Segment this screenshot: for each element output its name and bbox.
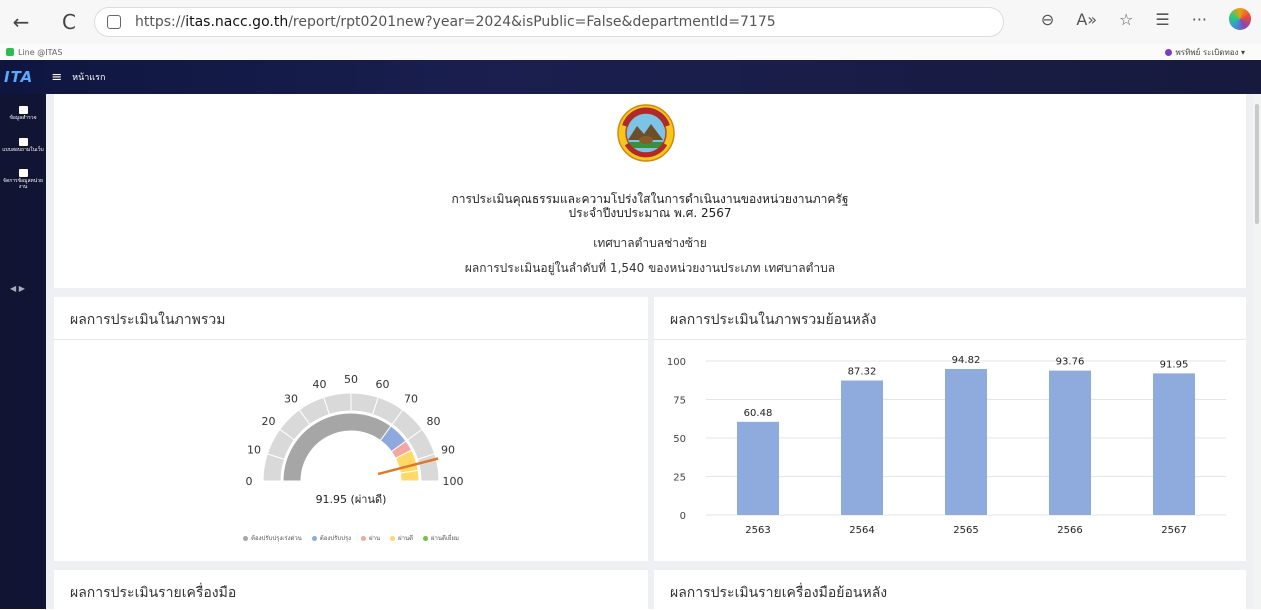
- history-bar-chart: 0 25 50 75 100 60.48 2563 87.32 2564 94.82 2565 93.…: [667, 355, 1226, 536]
- line-icon: [6, 48, 14, 56]
- user-icon: [1164, 49, 1172, 56]
- document-icon: [18, 169, 28, 177]
- gauge-tick-label: 60: [376, 378, 390, 391]
- favorite-star-icon[interactable]: ☆: [1119, 10, 1133, 29]
- legend-dot: [423, 535, 428, 541]
- more-menu-icon[interactable]: ···: [1192, 10, 1207, 29]
- bar-value-label: 60.48: [744, 408, 773, 419]
- gauge-tick-label: 90: [441, 443, 455, 456]
- organization-name: เทศบาลตำบลช่างซ้าย: [593, 236, 707, 250]
- sidebar: ข้อมูลสำรวจ แบบสอบถามในเว็บ จัดการข้อมูล…: [0, 94, 46, 609]
- gauge-tick-label: 50: [344, 373, 358, 386]
- bar-value-label: 87.32: [848, 367, 877, 378]
- favorites-list-icon[interactable]: ☰: [1155, 10, 1169, 29]
- gauge-tick-segment: [323, 392, 352, 416]
- x-tick-label: 2564: [849, 525, 874, 536]
- gauge-tick-label: 70: [404, 392, 418, 405]
- bar: [737, 421, 779, 515]
- home-icon: [18, 137, 28, 146]
- sidebar-item-survey[interactable]: ข้อมูลสำรวจ: [0, 94, 46, 126]
- gauge-tick-label: 20: [261, 415, 275, 428]
- sidebar-item-manage-data[interactable]: จัดการข้อมูลหน่วยงาน: [0, 157, 46, 194]
- site-info-icon[interactable]: [107, 15, 121, 29]
- legend-dot: [390, 535, 396, 541]
- favorites-bar: Line @ITAS พรทิพย์ ระเบิดทอง ▾: [0, 44, 1261, 60]
- back-button[interactable]: ←: [6, 7, 36, 37]
- bar-value-label: 94.82: [952, 355, 981, 366]
- bar-value-label: 93.76: [1056, 357, 1085, 368]
- scroll-thumb[interactable]: [1255, 104, 1259, 224]
- app-header: ITA ≡ หน้าแรก: [0, 60, 1261, 94]
- gauge-tick-label: 10: [247, 443, 261, 456]
- panel-title: ผลการประเมินในภาพรวมย้อนหลัง: [670, 312, 877, 328]
- copilot-icon[interactable]: [1229, 8, 1251, 30]
- favorite-item[interactable]: Line @ITAS: [6, 48, 62, 57]
- read-aloud-icon[interactable]: A»: [1076, 10, 1097, 29]
- x-tick-label: 2567: [1161, 525, 1186, 536]
- x-tick-label: 2566: [1057, 525, 1082, 536]
- report-title: การประเมินคุณธรรมและความโปร่งใสในการดำเน…: [451, 192, 849, 220]
- y-tick-label: 0: [680, 511, 686, 522]
- home-link[interactable]: หน้าแรก: [72, 70, 105, 84]
- legend-item: ผ่าน: [361, 533, 380, 543]
- x-tick-label: 2563: [745, 525, 770, 536]
- bar: [945, 368, 987, 515]
- y-tick-label: 50: [673, 434, 686, 445]
- panel-title: ผลการประเมินในภาพรวม: [70, 312, 226, 328]
- legend-item: ต้องปรับปรุงเร่งด่วน: [243, 533, 302, 543]
- gauge-tick-label: 30: [284, 392, 298, 405]
- folder-icon: [18, 106, 28, 114]
- sidebar-item-questionnaire[interactable]: แบบสอบถามในเว็บ: [0, 126, 46, 158]
- gauge-legend: ต้องปรับปรุงเร่งด่วน ต้องปรับปรุง ผ่าน ผ…: [54, 533, 648, 543]
- municipality-seal-logo: [617, 104, 675, 162]
- x-tick-label: 2565: [953, 525, 978, 536]
- rank-text: ผลการประเมินอยู่ในลำดับที่ 1,540 ของหน่ว…: [464, 261, 836, 275]
- overall-score-panel: ผลการประเมินในภาพรวม 0 10 20 30 40 50 60 70 80 90…: [54, 297, 648, 561]
- url-text: https://itas.nacc.go.th/report/rpt0201ne…: [135, 14, 776, 30]
- browser-toolbar: ← C https://itas.nacc.go.th/report/rpt02…: [0, 0, 1261, 44]
- refresh-button[interactable]: C: [54, 7, 84, 37]
- gauge-tick-label: 40: [312, 378, 326, 391]
- user-menu[interactable]: พรทิพย์ ระเบิดทอง ▾: [1164, 46, 1245, 59]
- zoom-icon[interactable]: ⊖: [1041, 10, 1054, 29]
- tools-history-panel: ผลการประเมินรายเครื่องมือย้อนหลัง: [654, 570, 1246, 610]
- legend-dot: [311, 535, 317, 541]
- bar-value-label: 91.95: [1160, 359, 1189, 370]
- hamburger-menu-icon[interactable]: ≡: [51, 70, 62, 85]
- history-score-panel: ผลการประเมินในภาพรวมย้อนหลัง 0 25 50 75 100 6…: [654, 297, 1246, 561]
- legend-dot: [361, 535, 367, 541]
- gauge-tick-label: 0: [246, 475, 253, 488]
- y-tick-label: 75: [673, 396, 686, 407]
- panel-title: ผลการประเมินรายเครื่องมือ: [70, 585, 237, 601]
- y-tick-label: 25: [673, 473, 686, 484]
- panel-title: ผลการประเมินรายเครื่องมือย้อนหลัง: [670, 585, 888, 601]
- gauge-tick-label: 100: [443, 475, 464, 488]
- sidebar-toggle[interactable]: ◀ ▶: [10, 284, 25, 293]
- legend-item: ผ่านดีเยี่ยม: [423, 533, 459, 543]
- gauge-tick-label: 80: [427, 415, 441, 428]
- gauge-value-label: 91.95 (ผ่านดี): [316, 493, 387, 506]
- bar: [1153, 373, 1195, 515]
- bar: [841, 380, 883, 515]
- gauge-chart: 0 10 20 30 40 50 60 70 80 90 100 91.95 (ผ่านดี): [246, 373, 464, 506]
- report-header-card: การประเมินคุณธรรมและความโปร่งใสในการดำเน…: [54, 94, 1246, 288]
- divider: [654, 339, 1246, 340]
- page-scrollbar[interactable]: [1253, 94, 1261, 609]
- legend-item: ต้องปรับปรุง: [311, 533, 351, 543]
- address-bar[interactable]: https://itas.nacc.go.th/report/rpt0201ne…: [94, 7, 1004, 37]
- tools-score-panel: ผลการประเมินรายเครื่องมือ: [54, 570, 648, 610]
- legend-dot: [243, 535, 249, 541]
- main-content: การประเมินคุณธรรมและความโปร่งใสในการดำเน…: [46, 94, 1253, 610]
- legend-item: ผ่านดี: [390, 533, 413, 543]
- browser-actions: ⊖ A» ☆ ☰ ···: [1041, 8, 1251, 30]
- bar: [1049, 370, 1091, 515]
- ita-logo[interactable]: ITA: [4, 68, 33, 86]
- y-tick-label: 100: [667, 357, 686, 368]
